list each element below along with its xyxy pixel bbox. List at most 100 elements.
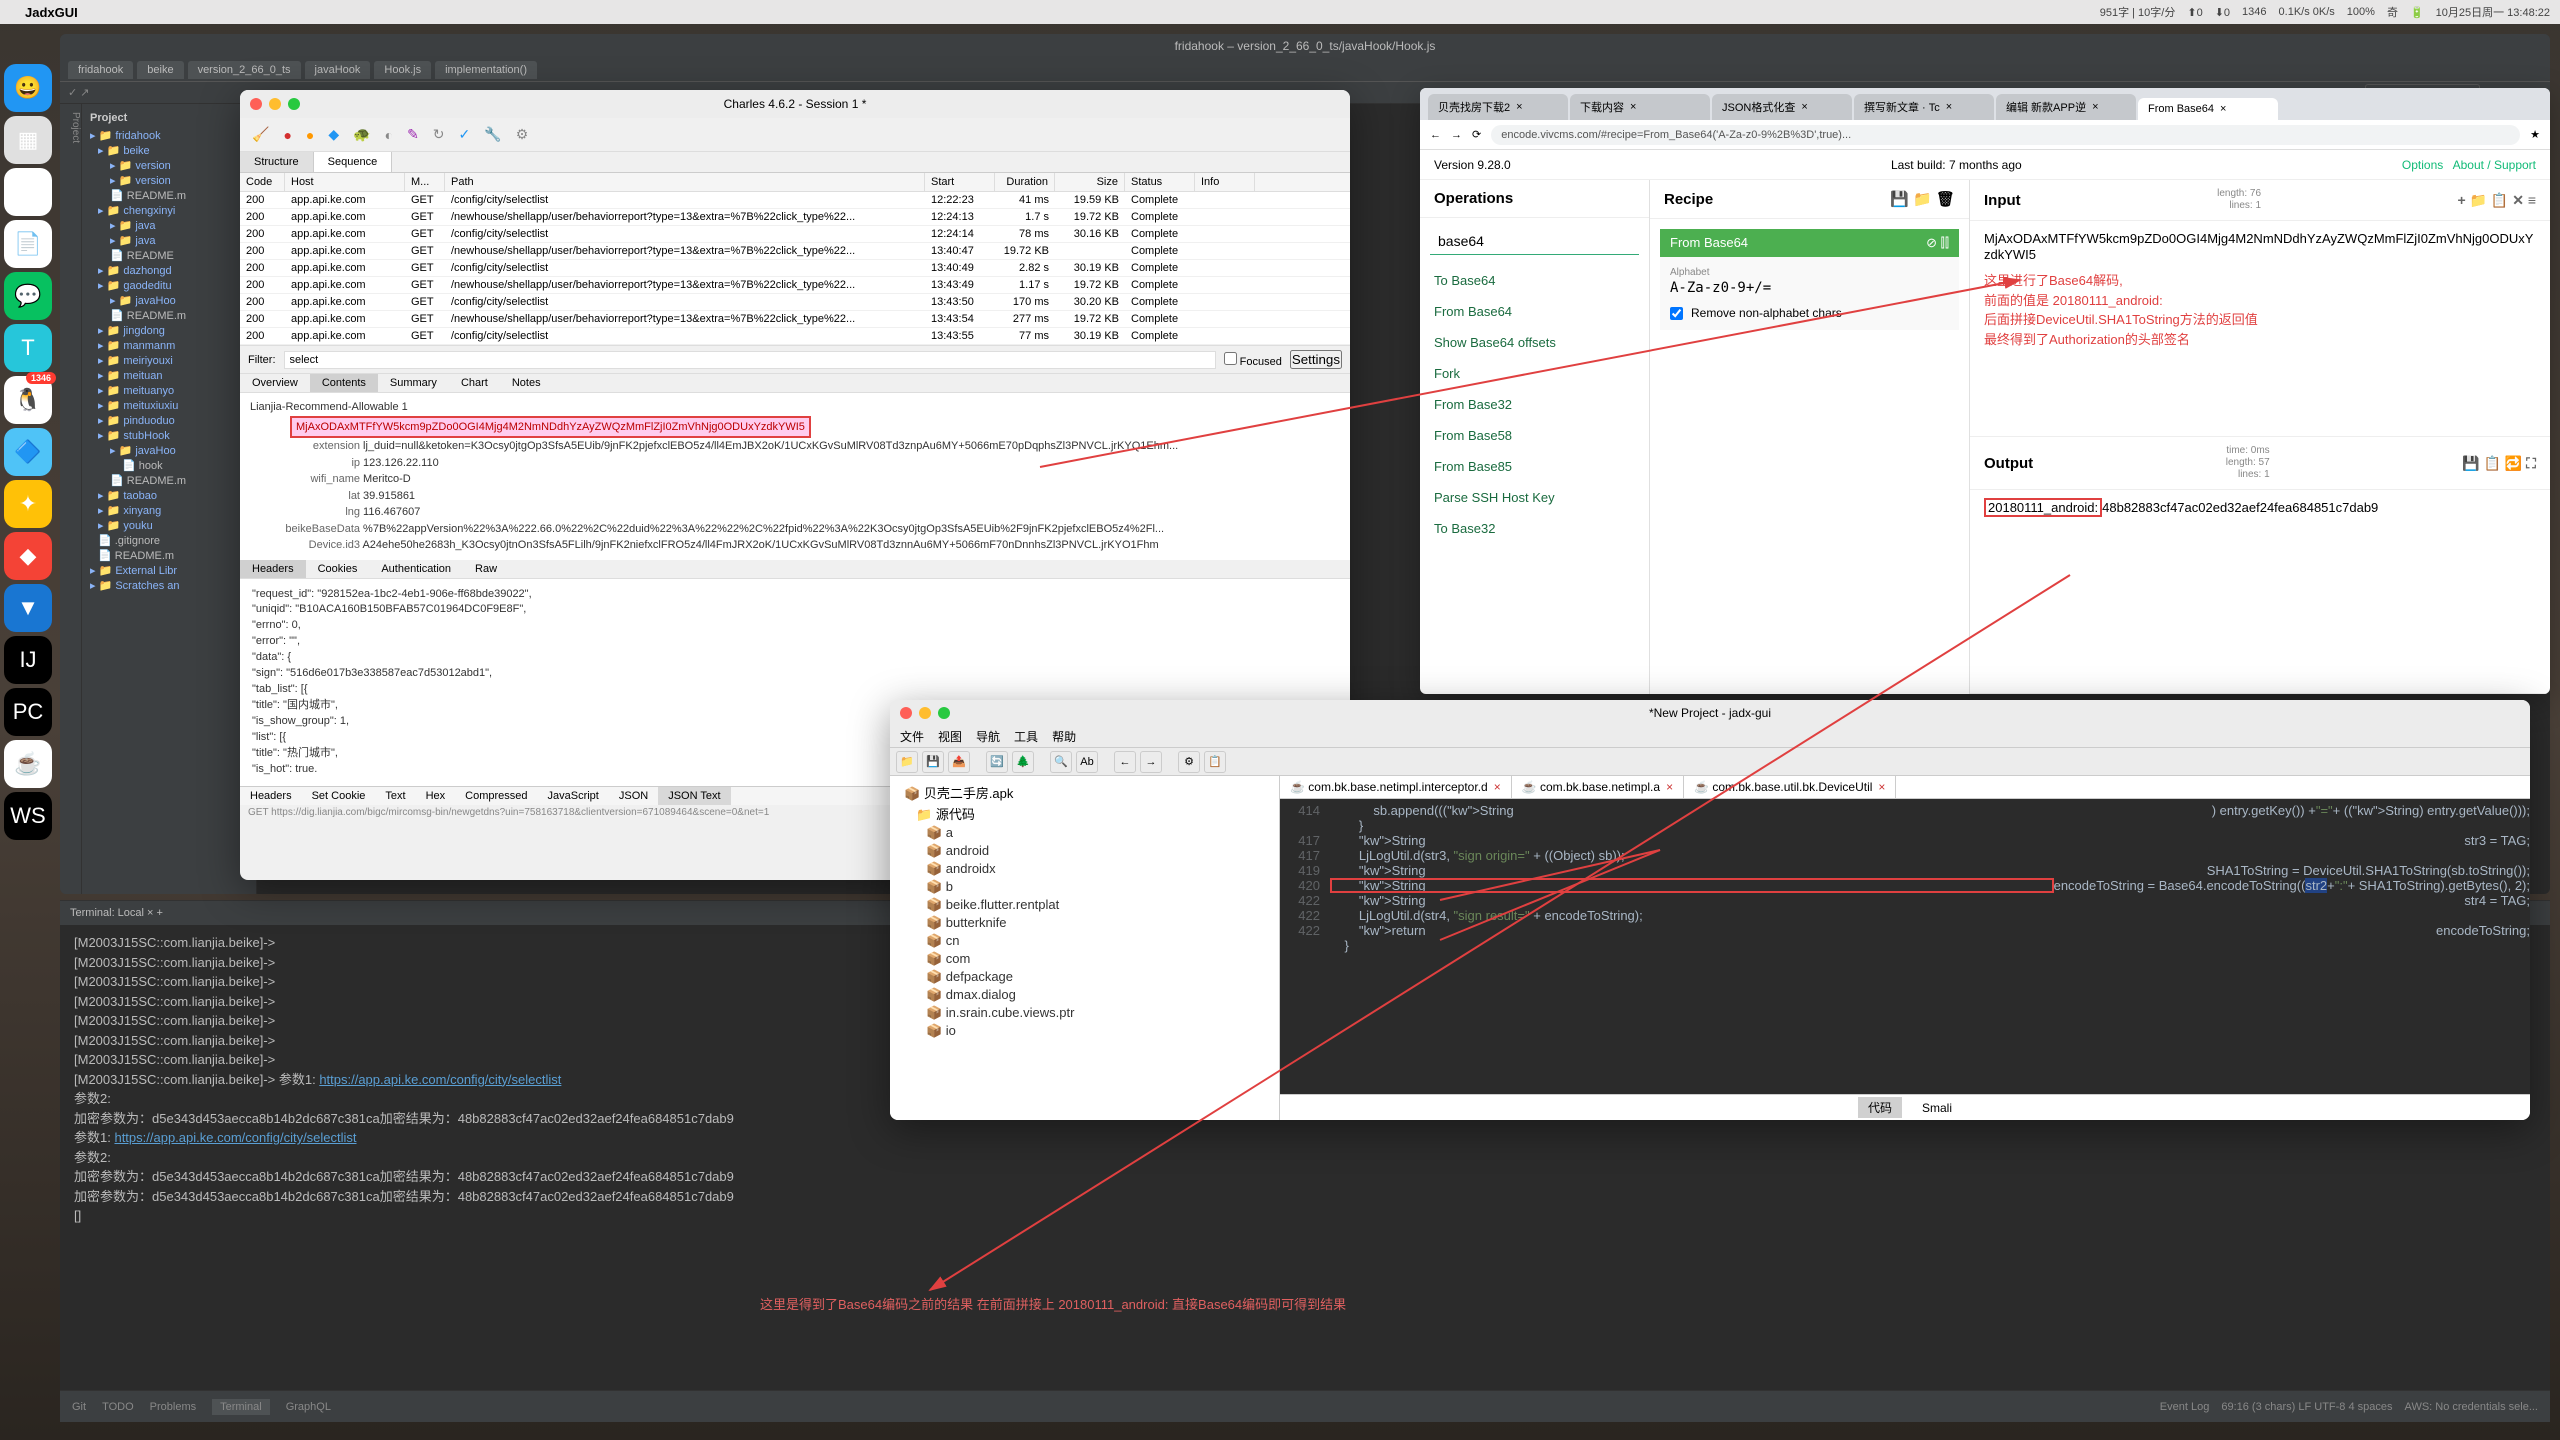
tb-icon[interactable]: ✓ — [459, 126, 471, 143]
reload-icon[interactable]: ⟳ — [1472, 128, 1481, 141]
tb-icon[interactable]: 🧹 — [252, 126, 269, 143]
tb-export-icon[interactable]: 📤 — [948, 751, 970, 773]
package-node[interactable]: 📦 cn — [896, 932, 1273, 950]
jadx-tree[interactable]: 📦 贝壳二手房.apk 📁 源代码 📦 a📦 android📦 androidx… — [890, 776, 1280, 1120]
operation-item[interactable]: To Base32 — [1420, 513, 1649, 544]
tree-item[interactable]: ▸ 📁 version — [86, 173, 252, 188]
tree-item[interactable]: ▸ 📁 java — [86, 218, 252, 233]
code-line[interactable]: 417 "kw">String str3 = TAG; — [1280, 833, 2530, 848]
browser-tab[interactable]: From Base64 × — [2138, 98, 2278, 120]
close-tab-icon[interactable]: × — [1946, 101, 1952, 113]
tb-save-icon[interactable]: 💾 — [922, 751, 944, 773]
tb-icon[interactable]: ⚙ — [516, 126, 529, 143]
dock-finder[interactable]: 😀 — [4, 64, 52, 112]
menu-item[interactable]: 帮助 — [1052, 728, 1076, 745]
dock-launchpad[interactable]: ▦ — [4, 116, 52, 164]
sb-graphql[interactable]: GraphQL — [286, 1401, 331, 1413]
dock-blue[interactable]: ▼ — [4, 584, 52, 632]
subtab-notes[interactable]: Notes — [500, 374, 553, 392]
code-line[interactable]: } — [1280, 938, 2530, 953]
dock-pycharm[interactable]: PC — [4, 688, 52, 736]
jadx-code-view[interactable]: 414 sb.append((("kw">String) entry.getKe… — [1280, 799, 2530, 1094]
tb-icon[interactable]: ◐ — [385, 127, 393, 143]
settings-button[interactable]: Settings — [1290, 350, 1342, 369]
tb-forward-icon[interactable]: → — [1140, 751, 1162, 773]
close-tab-icon[interactable]: × — [2092, 101, 2098, 113]
apk-root[interactable]: 📦 贝壳二手房.apk — [896, 782, 1273, 803]
dock-qq[interactable]: 🐧1346 — [4, 376, 52, 424]
subtab-contents[interactable]: Contents — [310, 374, 378, 392]
request-row[interactable]: 200app.api.ke.comGET/config/city/selectl… — [240, 260, 1350, 277]
tb-icon[interactable]: 🔧 — [484, 126, 501, 143]
tb-icon[interactable]: ✎ — [407, 126, 419, 143]
midtab-authentication[interactable]: Authentication — [369, 560, 463, 578]
browser-tab[interactable]: 撰写新文章 · Tc × — [1854, 94, 1994, 120]
smali-tab[interactable]: Smali — [1922, 1101, 1952, 1115]
sequence-tab[interactable]: Sequence — [314, 152, 393, 172]
bottomtab[interactable]: JavaScript — [538, 787, 609, 805]
tree-item[interactable]: ▸ 📁 meituanyo — [86, 383, 252, 398]
menu-item[interactable]: 文件 — [900, 728, 924, 745]
dock-wechat[interactable]: 💬 — [4, 272, 52, 320]
package-node[interactable]: 📦 androidx — [896, 860, 1273, 878]
code-line[interactable]: } — [1280, 818, 2530, 833]
code-line[interactable]: 422 "kw">return encodeToString; — [1280, 923, 2530, 938]
jadx-menubar[interactable]: 文件视图导航工具帮助 — [890, 726, 2530, 748]
code-line[interactable]: 419 "kw">String SHA1ToString = DeviceUti… — [1280, 863, 2530, 878]
dock-java[interactable]: ☕ — [4, 740, 52, 788]
col-info[interactable]: Info — [1195, 173, 1255, 191]
tree-item[interactable]: 📄 README.m — [86, 473, 252, 488]
subtab-overview[interactable]: Overview — [240, 374, 310, 392]
col-code[interactable]: Code — [240, 173, 285, 191]
package-node[interactable]: 📦 b — [896, 878, 1273, 896]
recipe-op-controls[interactable]: ⊘ ⫿⫿ — [1926, 235, 1949, 251]
tb-back-icon[interactable]: ← — [1114, 751, 1136, 773]
request-row[interactable]: 200app.api.ke.comGET/newhouse/shellapp/u… — [240, 311, 1350, 328]
subtab-chart[interactable]: Chart — [449, 374, 500, 392]
output-icons[interactable]: 💾 📋 🔁 ⛶ — [2462, 455, 2536, 472]
request-row[interactable]: 200app.api.ke.comGET/config/city/selectl… — [240, 328, 1350, 345]
bottomtab[interactable]: Headers — [240, 787, 302, 805]
package-node[interactable]: 📦 in.srain.cube.views.ptr — [896, 1004, 1273, 1022]
operation-item[interactable]: From Base64 — [1420, 296, 1649, 327]
sb-eventlog[interactable]: Event Log — [2160, 1401, 2210, 1413]
col-path[interactable]: Path — [445, 173, 925, 191]
charles-table-body[interactable]: 200app.api.ke.comGET/config/city/selectl… — [240, 192, 1350, 345]
dock-ws[interactable]: WS — [4, 792, 52, 840]
tb-tree-icon[interactable]: 🌲 — [1012, 751, 1034, 773]
minimize-icon[interactable] — [919, 707, 931, 719]
package-node[interactable]: 📦 defpackage — [896, 968, 1273, 986]
tb-settings-icon[interactable]: ⚙ — [1178, 751, 1200, 773]
request-row[interactable]: 200app.api.ke.comGET/newhouse/shellapp/u… — [240, 209, 1350, 226]
midtab-cookies[interactable]: Cookies — [306, 560, 370, 578]
midtab-raw[interactable]: Raw — [463, 560, 509, 578]
close-tab-icon[interactable]: × — [2220, 103, 2226, 115]
sb-git[interactable]: Git — [72, 1401, 86, 1413]
package-node[interactable]: 📦 android — [896, 842, 1273, 860]
recipe-icons[interactable]: 💾 📁 🗑 — [1890, 190, 1955, 208]
remove-non-alphabet-checkbox[interactable] — [1670, 307, 1683, 320]
sb-todo[interactable]: TODO — [102, 1401, 134, 1413]
maximize-icon[interactable] — [288, 98, 300, 110]
tree-item[interactable]: ▸ 📁 fridahook — [86, 128, 252, 143]
code-tab[interactable]: 代码 — [1858, 1097, 1902, 1118]
tree-item[interactable]: 📄 README.m — [86, 308, 252, 323]
forward-icon[interactable]: → — [1451, 129, 1462, 141]
package-node[interactable]: 📦 beike.flutter.rentplat — [896, 896, 1273, 914]
tree-item[interactable]: 📄 .gitignore — [86, 533, 252, 548]
col-host[interactable]: Host — [285, 173, 405, 191]
menu-item[interactable]: 工具 — [1014, 728, 1038, 745]
request-row[interactable]: 200app.api.ke.comGET/config/city/selectl… — [240, 294, 1350, 311]
tb-icon[interactable]: ◆ — [328, 126, 339, 143]
operations-search-input[interactable] — [1430, 228, 1639, 255]
menubar-app-name[interactable]: JadxGUI — [25, 5, 78, 20]
back-icon[interactable]: ← — [1430, 129, 1441, 141]
request-row[interactable]: 200app.api.ke.comGET/config/city/selectl… — [240, 192, 1350, 209]
tree-item[interactable]: 📄 hook — [86, 458, 252, 473]
bottomtab[interactable]: JSON Text — [658, 787, 730, 805]
traffic-lights[interactable] — [900, 707, 950, 719]
jadx-toolbar[interactable]: 📁 💾 📤 🔄 🌲 🔍 Ab ← → ⚙ 📋 — [890, 748, 2530, 776]
cc-options-link[interactable]: Options — [2402, 158, 2443, 172]
tree-item[interactable]: 📄 README — [86, 248, 252, 263]
url-field[interactable]: encode.vivcms.com/#recipe=From_Base64('A… — [1491, 125, 2520, 145]
